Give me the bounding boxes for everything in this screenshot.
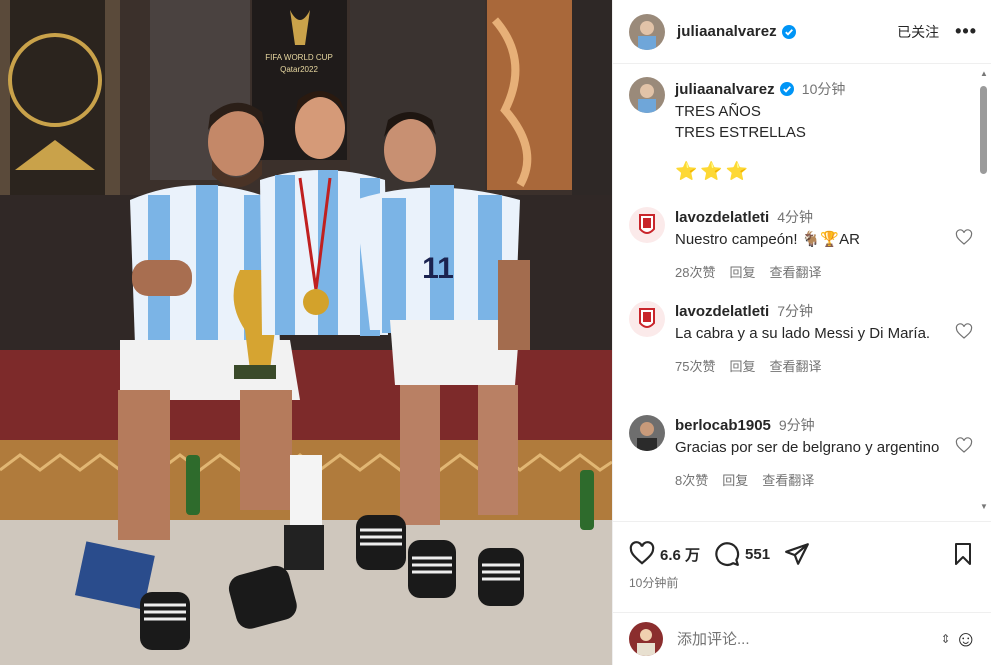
comment-icon[interactable] [714, 541, 740, 567]
banner-text: FIFA WORLD CUP [265, 53, 333, 62]
translate-button[interactable]: 查看翻译 [769, 262, 821, 281]
comment-likes[interactable]: 75次赞 [675, 356, 715, 375]
comment-username[interactable]: berlocab1905 [675, 417, 771, 434]
comment-text: Nuestro campeón! 🐐🏆AR [675, 231, 860, 248]
add-comment-bar: ⇕ ☺ [613, 612, 991, 665]
reply-button[interactable]: 回复 [729, 356, 755, 375]
like-count: 6.6 万 [660, 546, 701, 564]
share-icon[interactable] [784, 541, 810, 567]
comment-like-heart-icon[interactable] [955, 323, 973, 341]
caption-stars: ⭐⭐⭐ [675, 161, 752, 181]
jersey-number: 11 [422, 252, 454, 285]
comment-text: La cabra y a su lado Messi y Di María. [675, 325, 931, 342]
comment-like-heart-icon[interactable] [955, 229, 973, 247]
current-user-avatar [629, 622, 663, 656]
translate-button[interactable]: 查看翻译 [762, 470, 814, 489]
verified-badge-icon [781, 24, 796, 39]
comment-item: lavozdelatleti 7分钟 La cabra y a su lado M… [629, 301, 973, 375]
translate-button[interactable]: 查看翻译 [769, 356, 821, 375]
banner-sub: Qatar2022 [280, 65, 318, 74]
more-options-icon[interactable]: ••• [955, 21, 977, 42]
post-side-panel: juliaanalvarez 已关注 ••• juliaanalvarez 10… [612, 0, 991, 665]
caption-avatar[interactable] [629, 77, 665, 113]
scroll-up-arrow-icon[interactable]: ▲ [980, 70, 988, 78]
caption-line-1: TRES AÑOS [675, 103, 761, 120]
comment-action[interactable]: 551 [714, 541, 770, 567]
expand-toggle-icon[interactable]: ⇕ [940, 632, 950, 646]
post-caption: juliaanalvarez 10分钟 TRES AÑOS TRES ESTRE… [629, 77, 959, 182]
post-viewer: FIFA WORLD CUP Qatar2022 11 juliaanalvar… [0, 0, 991, 665]
comment-like-heart-icon[interactable] [955, 437, 973, 455]
post-actions: 6.6 万 551 10分钟前 [613, 521, 991, 611]
post-photo[interactable]: FIFA WORLD CUP Qatar2022 11 [0, 0, 612, 665]
author-avatar[interactable] [629, 13, 665, 50]
comment-time: 7分钟 [777, 303, 813, 319]
reply-button[interactable]: 回复 [729, 262, 755, 281]
heart-icon[interactable] [629, 541, 655, 567]
scrollbar-thumb[interactable] [980, 86, 987, 174]
comment-item: lavozdelatleti 4分钟 Nuestro campeón! 🐐🏆AR … [629, 207, 973, 281]
photo-illustration: FIFA WORLD CUP Qatar2022 11 [0, 0, 612, 665]
reply-button[interactable]: 回复 [722, 470, 748, 489]
comment-username[interactable]: lavozdelatleti [675, 209, 769, 226]
bookmark-icon[interactable] [951, 542, 975, 566]
comments-scroll-area[interactable]: juliaanalvarez 10分钟 TRES AÑOS TRES ESTRE… [613, 65, 991, 520]
comment-time: 4分钟 [777, 209, 813, 225]
scroll-down-arrow-icon[interactable]: ▼ [980, 503, 988, 511]
caption-line-2: TRES ESTRELLAS [675, 124, 806, 141]
author-username[interactable]: juliaanalvarez [677, 23, 777, 40]
comment-text: Gracias por ser de belgrano y argentino [675, 439, 940, 456]
emoji-icon[interactable]: ☺ [955, 626, 977, 652]
post-header: juliaanalvarez 已关注 ••• [613, 0, 991, 64]
verified-badge-icon [779, 82, 794, 96]
commenter-avatar[interactable] [629, 415, 665, 451]
caption-time: 10分钟 [801, 81, 846, 97]
comment-item: berlocab1905 9分钟 Gracias por ser de belgr… [629, 415, 973, 489]
commenter-avatar[interactable] [629, 301, 665, 337]
comment-count: 551 [745, 545, 771, 563]
comment-input[interactable] [677, 630, 941, 648]
comment-likes[interactable]: 8次赞 [675, 470, 708, 489]
like-action[interactable]: 6.6 万 [629, 541, 700, 567]
commenter-avatar[interactable] [629, 207, 665, 243]
comment-likes[interactable]: 28次赞 [675, 262, 715, 281]
following-button[interactable]: 已关注 [897, 22, 939, 42]
comment-time: 9分钟 [778, 417, 815, 433]
post-timestamp: 10分钟前 [629, 576, 679, 590]
comment-username[interactable]: lavozdelatleti [675, 303, 769, 320]
caption-username[interactable]: juliaanalvarez [675, 81, 775, 98]
